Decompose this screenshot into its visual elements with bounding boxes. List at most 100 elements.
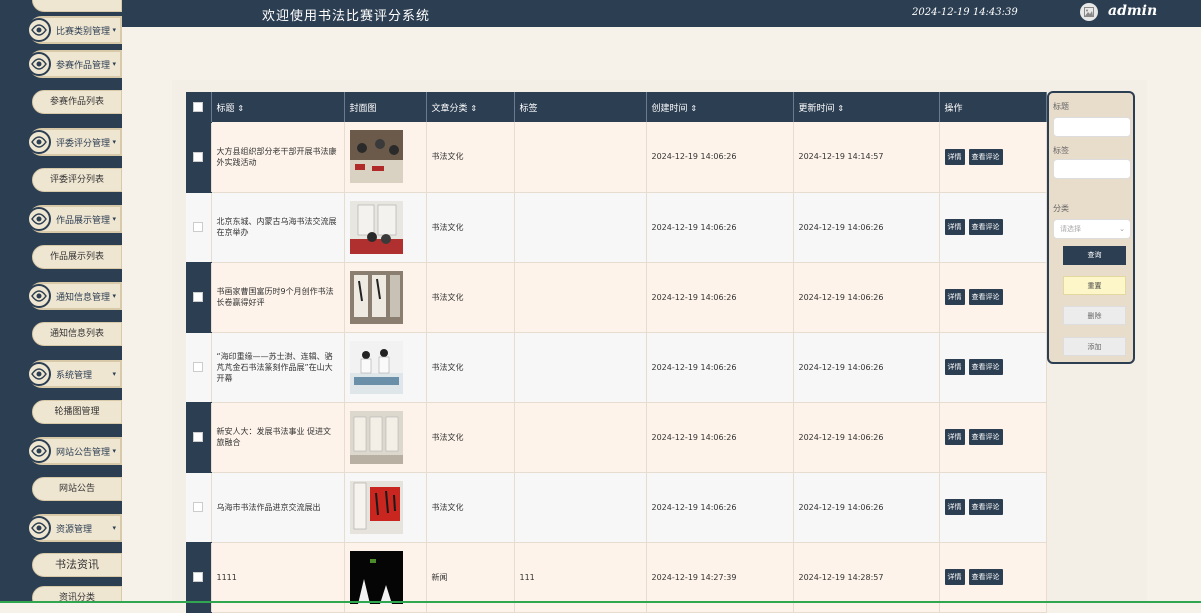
reset-button[interactable]: 重置 (1063, 276, 1126, 295)
view-comments-button[interactable]: 查看评论 (968, 569, 1003, 585)
cover-image[interactable] (349, 410, 403, 464)
header-label: 操作 (944, 103, 963, 114)
cell-created: 2024-12-19 14:06:26 (646, 472, 794, 543)
sidebar-group-notice[interactable]: 通知信息管理 ▾ (27, 282, 122, 310)
col-category[interactable]: 文章分类 ⇕ (426, 92, 515, 122)
sidebar-group-label: 网站公告管理 (56, 448, 111, 458)
sidebar-group-category[interactable]: 比赛类别管理 ▾ (27, 16, 122, 44)
cell-ops: 详情 查看评论 (939, 192, 1047, 263)
row-select-cell (186, 332, 212, 403)
cell-ops: 详情 查看评论 (939, 262, 1047, 333)
cover-image[interactable] (349, 550, 403, 604)
sidebar-item-showcase-list[interactable]: 作品展示列表 (32, 245, 122, 269)
select-all-checkbox[interactable] (193, 101, 204, 112)
cell-category: 书法文化 (426, 122, 515, 193)
sidebar-group-label: 作品展示管理 (56, 216, 111, 226)
sidebar-group-showcase[interactable]: 作品展示管理 ▾ (27, 205, 122, 233)
detail-button[interactable]: 详情 (944, 569, 965, 585)
row-select-cell (186, 402, 212, 473)
view-comments-button[interactable]: 查看评论 (968, 359, 1003, 375)
cell-updated: 2024-12-19 14:06:26 (793, 192, 940, 263)
sidebar-item-scoring-list[interactable]: 评委评分列表 (32, 168, 122, 192)
row-checkbox[interactable] (193, 152, 204, 162)
chevron-down-icon: ▾ (112, 60, 116, 68)
cover-image[interactable] (349, 340, 403, 394)
col-updated[interactable]: 更新时间 ⇕ (793, 92, 940, 122)
sidebar-group-label: 通知信息管理 (56, 293, 111, 303)
cover-image[interactable] (349, 270, 403, 324)
cell-updated: 2024-12-19 14:06:26 (793, 332, 940, 403)
cell-ops: 详情 查看评论 (939, 332, 1047, 403)
sidebar-item-announcement[interactable]: 网站公告 (32, 477, 122, 501)
sidebar-item-entries-list[interactable]: 参赛作品列表 (32, 90, 122, 114)
sidebar-top-item[interactable] (32, 0, 122, 12)
sidebar-item-carousel[interactable]: 轮播图管理 (32, 400, 122, 424)
title-filter-input[interactable] (1053, 117, 1131, 137)
cell-ops: 详情 查看评论 (939, 472, 1047, 543)
col-title[interactable]: 标题 ⇕ (211, 92, 345, 122)
knot-ornament-icon (27, 52, 51, 76)
delete-button[interactable]: 删除 (1063, 306, 1126, 325)
cell-tag (514, 262, 647, 333)
row-select-cell (186, 262, 212, 333)
cover-image[interactable] (349, 130, 403, 184)
row-checkbox[interactable] (193, 362, 204, 372)
sidebar-group-entries[interactable]: 参赛作品管理 ▾ (27, 50, 122, 78)
header-label: 标题 (216, 103, 235, 114)
sidebar-group-label: 系统管理 (56, 371, 93, 381)
knot-ornament-icon (27, 439, 51, 463)
sidebar-group-resources[interactable]: 资源管理 ▾ (27, 514, 122, 542)
sidebar-group-label: 参赛作品管理 (56, 61, 111, 71)
view-comments-button[interactable]: 查看评论 (968, 289, 1003, 305)
detail-button[interactable]: 详情 (944, 148, 965, 165)
sort-icon: ⇕ (690, 103, 698, 113)
header-label: 封面图 (349, 103, 377, 114)
detail-button[interactable]: 详情 (944, 429, 965, 445)
view-comments-button[interactable]: 查看评论 (968, 219, 1003, 235)
view-comments-button[interactable]: 查看评论 (968, 499, 1003, 515)
chevron-down-icon: ▾ (112, 215, 116, 223)
sidebar-group-label: 比赛类别管理 (56, 27, 111, 37)
view-comments-button[interactable]: 查看评论 (968, 429, 1003, 445)
row-checkbox[interactable] (193, 222, 204, 232)
col-ops: 操作 (939, 92, 1047, 122)
tag-filter-input[interactable] (1053, 159, 1131, 179)
cell-title: 北京东城、内蒙古乌海书法交流展在京举办 (211, 192, 345, 263)
chevron-down-icon: ▾ (112, 447, 116, 455)
username[interactable]: admin (1108, 3, 1157, 19)
sidebar-item-notice-list[interactable]: 通知信息列表 (32, 322, 122, 346)
row-checkbox[interactable] (193, 432, 204, 442)
sidebar-group-system[interactable]: 系统管理 ▾ (27, 360, 122, 388)
cell-cover (344, 402, 427, 473)
avatar[interactable] (1080, 3, 1098, 21)
sidebar-item-news[interactable]: 书法资讯 (32, 553, 122, 577)
detail-button[interactable]: 详情 (944, 499, 965, 515)
chevron-down-icon: ▾ (112, 370, 116, 378)
news-table: 标题 ⇕ 封面图 文章分类 ⇕ 标签 创建时间 ⇕ 更新时间 ⇕ 操作 大方县组… (186, 92, 1047, 613)
cell-title: 书画家曹国富历时9个月创作书法长卷赢得好评 (211, 262, 345, 333)
detail-button[interactable]: 详情 (944, 359, 965, 375)
view-comments-button[interactable]: 查看评论 (968, 148, 1003, 165)
cover-image[interactable] (349, 480, 403, 534)
detail-button[interactable]: 详情 (944, 219, 965, 235)
cell-updated: 2024-12-19 14:06:26 (793, 262, 940, 333)
cell-tag (514, 332, 647, 403)
row-checkbox[interactable] (193, 572, 204, 582)
col-cover: 封面图 (344, 92, 427, 122)
row-checkbox[interactable] (193, 502, 204, 512)
detail-button[interactable]: 详情 (944, 289, 965, 305)
col-created[interactable]: 创建时间 ⇕ (646, 92, 794, 122)
sidebar-group-announcement[interactable]: 网站公告管理 ▾ (27, 437, 122, 465)
row-checkbox[interactable] (193, 292, 204, 302)
category-select[interactable]: 请选择 ⌄ (1053, 219, 1131, 239)
sort-icon: ⇕ (237, 103, 245, 113)
add-button[interactable]: 添加 (1063, 337, 1126, 356)
cover-image[interactable] (349, 200, 403, 254)
table-row: 乌海市书法作品进京交流展出 书法文化 2024-12-19 14:06:26 2… (186, 472, 1047, 543)
row-select-cell (186, 122, 212, 193)
sidebar-group-scoring[interactable]: 评委评分管理 ▾ (27, 128, 122, 156)
cell-title: 新安人大：发展书法事业 促进文旅融合 (211, 402, 345, 473)
cell-cover (344, 192, 427, 263)
cell-updated: 2024-12-19 14:06:26 (793, 402, 940, 473)
query-button[interactable]: 查询 (1063, 246, 1126, 265)
